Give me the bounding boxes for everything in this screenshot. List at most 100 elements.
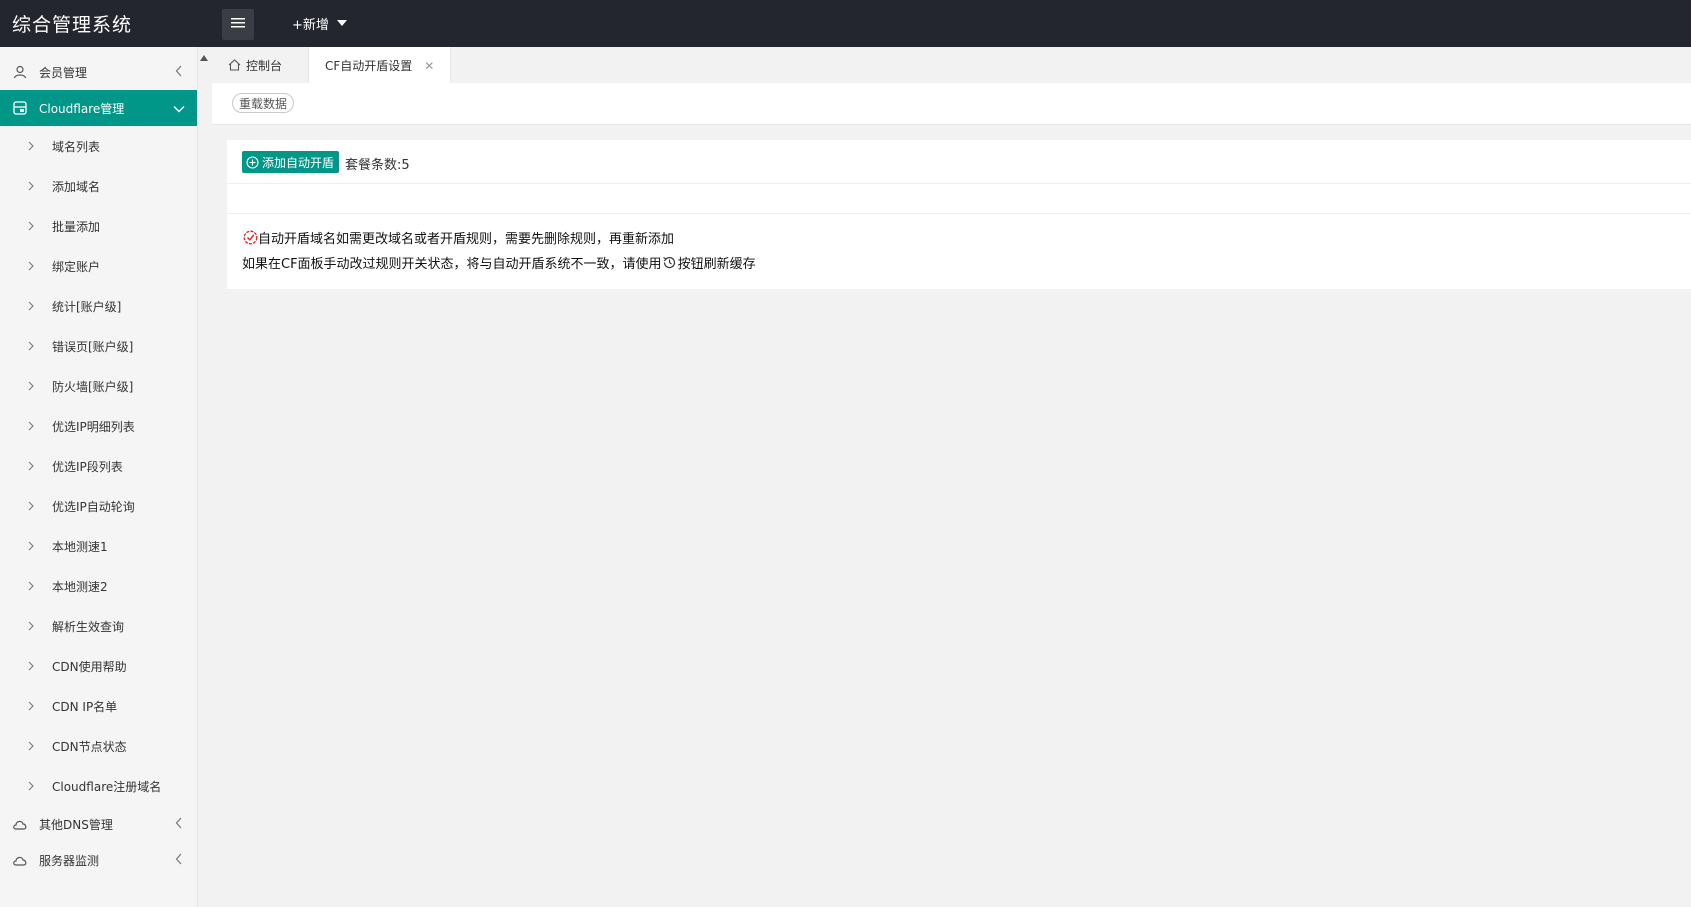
sidebar-item-cdn-ip-list[interactable]: CDN IP名单 (0, 686, 197, 726)
sidebar-item-label: 优选IP段列表 (52, 459, 123, 474)
sidebar-item-label: CDN节点状态 (52, 739, 127, 754)
chevron-left-icon (175, 853, 183, 868)
sidebar-group-other-dns[interactable]: 其他DNS管理 (0, 806, 197, 842)
sidebar-group-label: 服务器监测 (39, 853, 100, 868)
sidebar-item-label: 添加域名 (52, 179, 101, 194)
notice-line-1: 自动开盾域名如需更改域名或者开盾规则，需要先删除规则，再重新添加 (242, 228, 674, 247)
cloud-icon (12, 816, 28, 832)
sidebar-toggle-button[interactable] (222, 9, 254, 40)
scroll-up-arrow-icon[interactable] (200, 55, 208, 61)
server-icon (12, 100, 28, 116)
chevron-right-icon (28, 341, 40, 351)
refresh-clock-icon (662, 255, 678, 271)
sidebar-item-dns-propagation-query[interactable]: 解析生效查询 (0, 606, 197, 646)
chevron-right-icon (28, 581, 40, 591)
chevron-right-icon (28, 661, 40, 671)
sidebar-item-preferred-ip-detail[interactable]: 优选IP明细列表 (0, 406, 197, 446)
sidebar-item-label: 解析生效查询 (52, 619, 125, 634)
content-card: 添加自动开盾 套餐条数:5 自动开盾域名如需更改域名或者开盾规则，需要先删除规则… (227, 140, 1691, 289)
sidebar-item-local-speedtest-1[interactable]: 本地测速1 (0, 526, 197, 566)
tab-bar: 控制台 CF自动开盾设置 ✕ (212, 47, 1691, 84)
sidebar-item-cdn-help[interactable]: CDN使用帮助 (0, 646, 197, 686)
sidebar-item-error-page-account[interactable]: 错误页[账户级] (0, 326, 197, 366)
sidebar-group-member[interactable]: 会员管理 (0, 54, 197, 90)
tab-label: CF自动开盾设置 (325, 59, 413, 73)
notice-line-2: 如果在CF面板手动改过规则开关状态，将与自动开盾系统不一致，请使用 按钮刷新缓存 (242, 253, 756, 272)
page-toolbar: 重载数据 (212, 83, 1691, 125)
sidebar-item-label: 本地测速1 (52, 539, 108, 554)
sidebar-item-preferred-ip-range[interactable]: 优选IP段列表 (0, 446, 197, 486)
card-header: 添加自动开盾 套餐条数:5 (227, 140, 1691, 184)
sidebar-group-label: Cloudflare管理 (39, 101, 125, 116)
chevron-right-icon (28, 421, 40, 431)
sidebar-item-label: 优选IP明细列表 (52, 419, 135, 434)
chevron-right-icon (28, 141, 40, 151)
plan-count-text: 套餐条数:5 (345, 158, 410, 173)
sidebar-item-stats-account[interactable]: 统计[账户级] (0, 286, 197, 326)
chevron-right-icon (28, 181, 40, 191)
warning-check-icon (242, 230, 258, 246)
sidebar-item-batch-add[interactable]: 批量添加 (0, 206, 197, 246)
add-button-label: 添加自动开盾 (262, 155, 335, 170)
chevron-right-icon (28, 541, 40, 551)
sidebar-item-label: Cloudflare注册域名 (52, 779, 162, 794)
chevron-right-icon (28, 261, 40, 271)
sidebar-item-firewall-account[interactable]: 防火墙[账户级] (0, 366, 197, 406)
chevron-right-icon (28, 381, 40, 391)
tab-label: 控制台 (246, 58, 283, 73)
new-menu-dropdown[interactable]: +新增 (292, 14, 347, 33)
reload-data-button[interactable]: 重载数据 (232, 93, 295, 113)
divider (227, 213, 1691, 214)
sidebar-group-server-monitor[interactable]: 服务器监测 (0, 842, 197, 878)
user-icon (12, 64, 28, 80)
notice-text: 按钮刷新缓存 (677, 257, 756, 272)
tab-dashboard[interactable]: 控制台 (212, 47, 298, 83)
sidebar: 会员管理 Cloudflare管理 域名列表 添加域名 批量添加 绑定账户 统计… (0, 47, 198, 907)
chevron-left-icon (175, 65, 183, 80)
sidebar-group-label: 其他DNS管理 (39, 817, 113, 832)
notice-text: 如果在CF面板手动改过规则开关状态，将与自动开盾系统不一致，请使用 (242, 257, 662, 272)
sidebar-item-domain-list[interactable]: 域名列表 (0, 126, 197, 166)
chevron-right-icon (28, 781, 40, 791)
sidebar-item-label: 防火墙[账户级] (52, 379, 134, 394)
sidebar-item-label: 批量添加 (52, 219, 101, 234)
home-icon (228, 59, 241, 71)
new-menu-label: +新增 (292, 18, 329, 33)
sidebar-item-bind-account[interactable]: 绑定账户 (0, 246, 197, 286)
sidebar-item-label: CDN使用帮助 (52, 659, 127, 674)
tab-cf-auto-shield-settings[interactable]: CF自动开盾设置 ✕ (308, 47, 452, 84)
sidebar-group-cloudflare[interactable]: Cloudflare管理 (0, 90, 197, 126)
sidebar-item-cloudflare-register-domain[interactable]: Cloudflare注册域名 (0, 766, 197, 806)
sidebar-item-label: CDN IP名单 (52, 699, 118, 714)
chevron-right-icon (28, 221, 40, 231)
sidebar-item-label: 错误页[账户级] (52, 339, 134, 354)
top-header: 综合管理系统 +新增 (0, 0, 1691, 47)
chevron-right-icon (28, 741, 40, 751)
sidebar-item-label: 优选IP自动轮询 (52, 499, 135, 514)
add-auto-shield-button[interactable]: 添加自动开盾 (242, 151, 340, 173)
sidebar-group-label: 会员管理 (39, 65, 88, 80)
sidebar-item-label: 本地测速2 (52, 579, 108, 594)
plus-circle-icon (246, 155, 259, 169)
chevron-left-icon (175, 817, 183, 832)
sidebar-item-preferred-ip-polling[interactable]: 优选IP自动轮询 (0, 486, 197, 526)
menu-icon (231, 17, 245, 32)
chevron-right-icon (28, 301, 40, 311)
sidebar-item-label: 域名列表 (52, 139, 101, 154)
chevron-right-icon (28, 621, 40, 631)
sidebar-item-add-domain[interactable]: 添加域名 (0, 166, 197, 206)
sidebar-item-local-speedtest-2[interactable]: 本地测速2 (0, 566, 197, 606)
notice-text: 自动开盾域名如需更改域名或者开盾规则，需要先删除规则，再重新添加 (258, 232, 675, 247)
chevron-right-icon (28, 461, 40, 471)
caret-down-icon (336, 19, 347, 26)
cloud-icon (12, 852, 28, 868)
chevron-right-icon (28, 501, 40, 511)
app-title: 综合管理系统 (12, 14, 133, 36)
chevron-right-icon (28, 701, 40, 711)
chevron-down-icon (173, 102, 185, 116)
sidebar-item-cdn-node-status[interactable]: CDN节点状态 (0, 726, 197, 766)
close-icon[interactable]: ✕ (424, 59, 434, 73)
sidebar-item-label: 绑定账户 (52, 259, 101, 274)
cloudflare-submenu: 域名列表 添加域名 批量添加 绑定账户 统计[账户级] 错误页[账户级] 防火墙… (0, 126, 197, 806)
sidebar-item-label: 统计[账户级] (52, 299, 122, 314)
